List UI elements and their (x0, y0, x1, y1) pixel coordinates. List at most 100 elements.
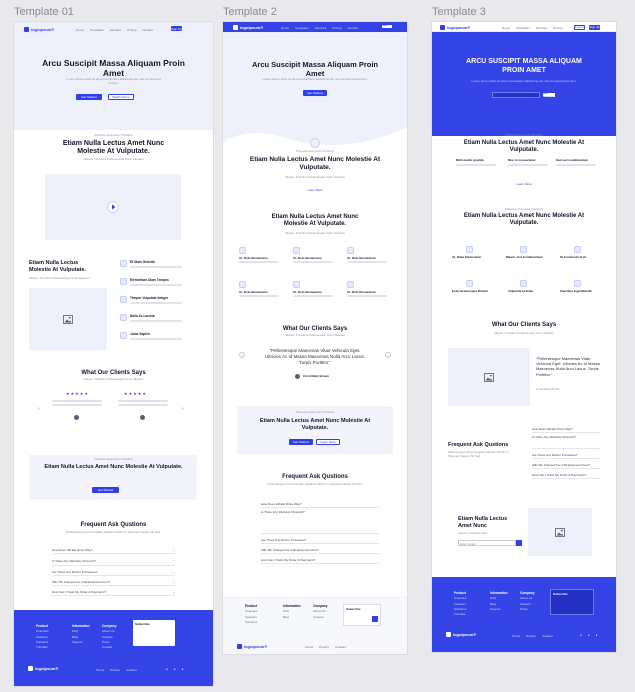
feature-text-line (130, 302, 182, 304)
footer-links: Terms Privacy Cookies (96, 668, 137, 672)
feature-title: Vulputate Id Enim (508, 289, 534, 293)
faq-item[interactable]: Will I Be Charged For A Replacement Item… (532, 461, 600, 469)
footer-logo[interactable]: logoipsum® (446, 632, 476, 637)
hero-subtitle: Lorem ipsum dolor sit amet consectetur a… (471, 79, 577, 83)
testimonial-line (52, 400, 102, 402)
nav-item[interactable]: Services (110, 28, 122, 32)
cta-button[interactable]: Get Started (289, 439, 313, 445)
subscribe-box[interactable]: Subscribe (343, 604, 381, 626)
footer-logo[interactable]: logoipsum® (237, 644, 267, 649)
footer-col-company: Company About Us Careers (313, 604, 328, 619)
subscribe-box[interactable]: Subscribe (133, 620, 175, 646)
footer-col-company: Company About Us Careers Press (520, 591, 535, 611)
feature-title: Ut, Diam Elementum (452, 255, 482, 259)
next-arrow-icon[interactable]: › (182, 406, 184, 412)
video-placeholder[interactable] (45, 174, 181, 240)
instagram-icon[interactable]: ● (596, 633, 598, 637)
prev-arrow-icon[interactable]: ‹ (239, 352, 245, 358)
features-title: Etiam Nulla Lectus Amet Nunc Molestie At… (271, 214, 359, 228)
faq-item[interactable]: How Can I Track My Order & Payments? ⌄ (52, 588, 175, 596)
hero-title: Arcu Suscipit Massa Aliquam Proin Amet (251, 60, 378, 78)
twitter-icon[interactable]: ● (580, 633, 582, 637)
logo-icon (28, 666, 33, 671)
faq-item[interactable]: How Can I Track My Order & Payments? (532, 471, 600, 479)
testimonial-image (448, 348, 530, 406)
faq-item[interactable]: Are There Any Return Processes? (261, 536, 379, 544)
instagram-icon[interactable]: ● (182, 667, 184, 671)
faq-subtitle: Pellentesque Urna Fringilla, Dapibus Mor… (448, 450, 510, 458)
facebook-icon[interactable]: ● (174, 667, 176, 671)
top-nav: Home Templates Services Pricing Contact (76, 28, 153, 32)
clients-title: What Our Clients Says (491, 322, 557, 328)
faq-item[interactable]: How Does Hill Ear Drive Way? ⌄ (52, 546, 175, 554)
email-input[interactable]: Enter email (458, 540, 516, 546)
signup-button[interactable]: Sign Up (381, 23, 393, 31)
send-button[interactable] (372, 616, 378, 622)
hero-cta-button[interactable]: Get Started (542, 91, 556, 99)
feature-item-title: Elementum Diam Tempus (130, 278, 169, 282)
features-subtitle: Aliquet, Tincidunt Pellentesque Nunc Ali… (29, 276, 90, 280)
faq-item-open[interactable]: Is There Any Warranty Discount? (261, 510, 379, 534)
learn-more-button[interactable]: Learn More (316, 439, 340, 445)
send-button[interactable] (516, 540, 522, 546)
signup-button[interactable]: Sign Up (171, 26, 182, 31)
faq-item[interactable]: Are There Any Return Processes? ⌄ (52, 568, 175, 576)
features-image (29, 288, 107, 350)
template-2-frame[interactable]: logoipsum® Home Templates Services Pricing C… (223, 22, 407, 654)
facebook-icon[interactable]: ● (588, 633, 590, 637)
nav-item[interactable]: Templates (90, 28, 104, 32)
faq-item[interactable]: Will I Be Charged For A Replacement Item… (261, 546, 379, 554)
faq-item[interactable]: Will I Be Charged For A Replacement Item… (52, 578, 175, 586)
learn-more-link[interactable]: Learn More (432, 182, 616, 186)
twitter-icon[interactable]: ● (166, 667, 168, 671)
watch-demo-button[interactable]: Watch Demo (108, 94, 134, 100)
intro-eyebrow: Pharetra Quis Ante Tincidunt (295, 149, 335, 153)
signup-button[interactable]: Sign Up (589, 24, 600, 30)
prev-arrow-icon[interactable]: ‹ (38, 406, 40, 412)
search-input[interactable] (492, 92, 540, 98)
avatar (295, 374, 300, 379)
testimonial-line (52, 404, 102, 406)
faq-item-open[interactable]: Is There Any Warranty Discount? ⌃ (52, 556, 175, 566)
faq-item[interactable]: How Does Hill Ear Drive Way? (532, 425, 600, 433)
hero-title: Arcu Suscipit Massa Aliquam Proin Amet (42, 58, 185, 79)
faq-item[interactable]: How Does Hill Ear Drive Way? (261, 500, 379, 508)
intro-badge-icon (310, 138, 320, 148)
template-3-frame[interactable]: logoipsum® Home Templates Services Pricing … (432, 22, 616, 652)
login-button[interactable]: Log in (574, 24, 585, 30)
footer-logo[interactable]: logoipsum® (28, 666, 58, 671)
intro-title: Etiam Nulla Lectus Amet Nunc Molestie At… (62, 140, 165, 156)
faq-item[interactable]: How Can I Track My Order & Payments? (261, 556, 379, 564)
cta-button[interactable]: Get Started (92, 487, 119, 493)
get-started-button[interactable]: Get Started (76, 94, 102, 100)
feature-title: Faucibus Eget Blandit (560, 289, 592, 293)
next-arrow-icon[interactable]: › (385, 352, 391, 358)
intro-subtitle: Aliquet, Tincidunt Pellentesque Nunc Ali… (284, 175, 346, 179)
feature-text-line (239, 261, 279, 263)
learn-more-link[interactable]: Learn More (223, 188, 407, 192)
nav-item[interactable]: Pricing (127, 28, 136, 32)
brand-logo[interactable]: logoipsum® (24, 27, 54, 32)
get-started-button[interactable]: Get Started (303, 90, 327, 96)
faq-item[interactable]: Are There Any Return Processes? (532, 451, 600, 459)
faq-title: Frequent Ask Qustions (448, 442, 509, 448)
template-1-frame[interactable]: logoipsum® Home Templates Services Pricing C… (14, 22, 213, 686)
feature-icon (293, 247, 300, 254)
footer: Product Overview Features Solutions Tutorial… (432, 577, 616, 652)
cta-title: Etiam Nulla Lectus Amet Nunc Molestie At… (259, 418, 371, 431)
footer-col-info: Information FAQ Blog Support (72, 624, 90, 644)
play-icon[interactable] (107, 201, 119, 213)
nav-item[interactable]: Home (76, 28, 84, 32)
brand-logo[interactable]: logoipsum® (233, 25, 263, 30)
chevron-down-icon: ⌄ (172, 589, 175, 594)
faq-item-open[interactable]: Is There Any Warranty Discount? (532, 435, 600, 449)
intro-title: Etiam Nulla Lectus Amet Nunc Molestie At… (463, 140, 585, 154)
faq-title: Frequent Ask Qustions (80, 522, 147, 528)
logo-icon (237, 644, 242, 649)
nav-item[interactable]: Contact (142, 28, 152, 32)
feature-icon (293, 281, 300, 288)
faq-subtitle: Pellentesque Urna Fringilla, Dapibus Mor… (267, 482, 363, 486)
subscribe-box[interactable]: Subscribe (550, 589, 594, 615)
testimonial-quote: "Pellentesque Maecenas Vitae Vehicula Eg… (264, 348, 366, 365)
brand-logo[interactable]: logoipsum® (440, 25, 470, 30)
